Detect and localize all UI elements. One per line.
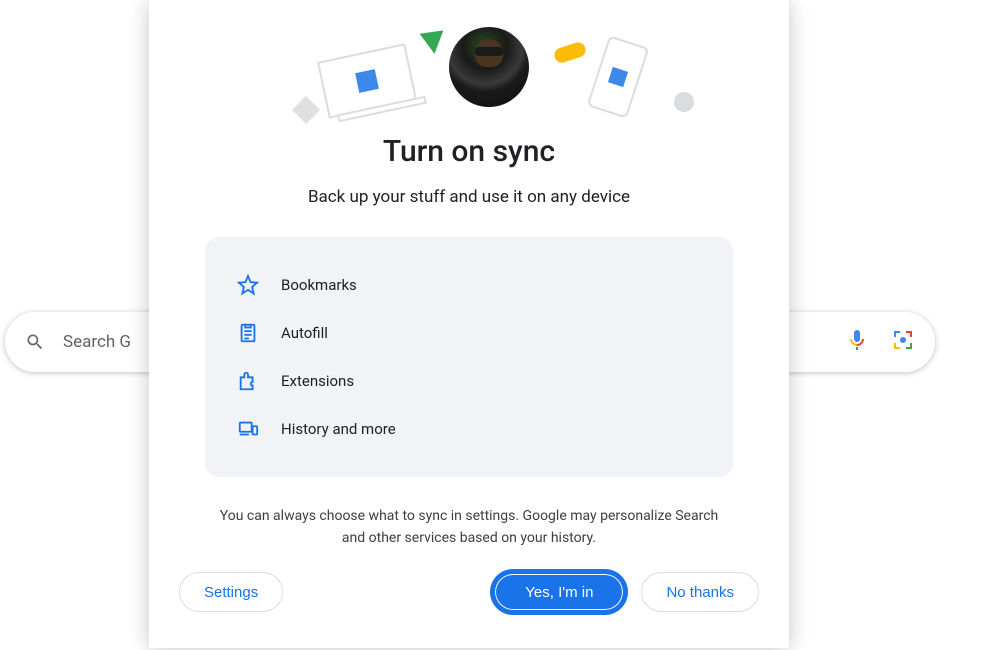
voice-search-icon[interactable] (845, 328, 869, 356)
decline-button[interactable]: No thanks (641, 572, 759, 612)
decorative-pill-icon (552, 40, 587, 64)
feature-label: Extensions (281, 372, 354, 390)
modal-title: Turn on sync (383, 134, 555, 169)
star-icon (237, 274, 259, 296)
feature-label: History and more (281, 420, 396, 438)
feature-history: History and more (237, 405, 701, 453)
decorative-circle-icon (674, 92, 694, 112)
devices-icon (237, 418, 259, 440)
sync-modal: Turn on sync Back up your stuff and use … (149, 0, 789, 648)
avatar (449, 27, 529, 107)
modal-subtitle: Back up your stuff and use it on any dev… (308, 187, 630, 207)
disclaimer-text: You can always choose what to sync in se… (207, 505, 731, 550)
feature-label: Bookmarks (281, 276, 357, 294)
decorative-phone-icon (587, 35, 650, 118)
settings-button[interactable]: Settings (179, 572, 283, 612)
feature-label: Autofill (281, 324, 328, 342)
button-row: Settings Yes, I'm in No thanks (149, 572, 789, 612)
feature-bookmarks: Bookmarks (237, 261, 701, 309)
feature-card: Bookmarks Autofill Extensions History an… (205, 237, 733, 477)
feature-autofill: Autofill (237, 309, 701, 357)
hero-illustration (219, 10, 719, 120)
lens-icon[interactable] (891, 328, 915, 356)
decorative-square-icon (292, 96, 320, 124)
puzzle-icon (237, 370, 259, 392)
feature-extensions: Extensions (237, 357, 701, 405)
decorative-triangle-icon (420, 30, 447, 55)
clipboard-icon (237, 322, 259, 344)
confirm-button[interactable]: Yes, I'm in (493, 572, 625, 612)
search-icon (25, 332, 45, 352)
